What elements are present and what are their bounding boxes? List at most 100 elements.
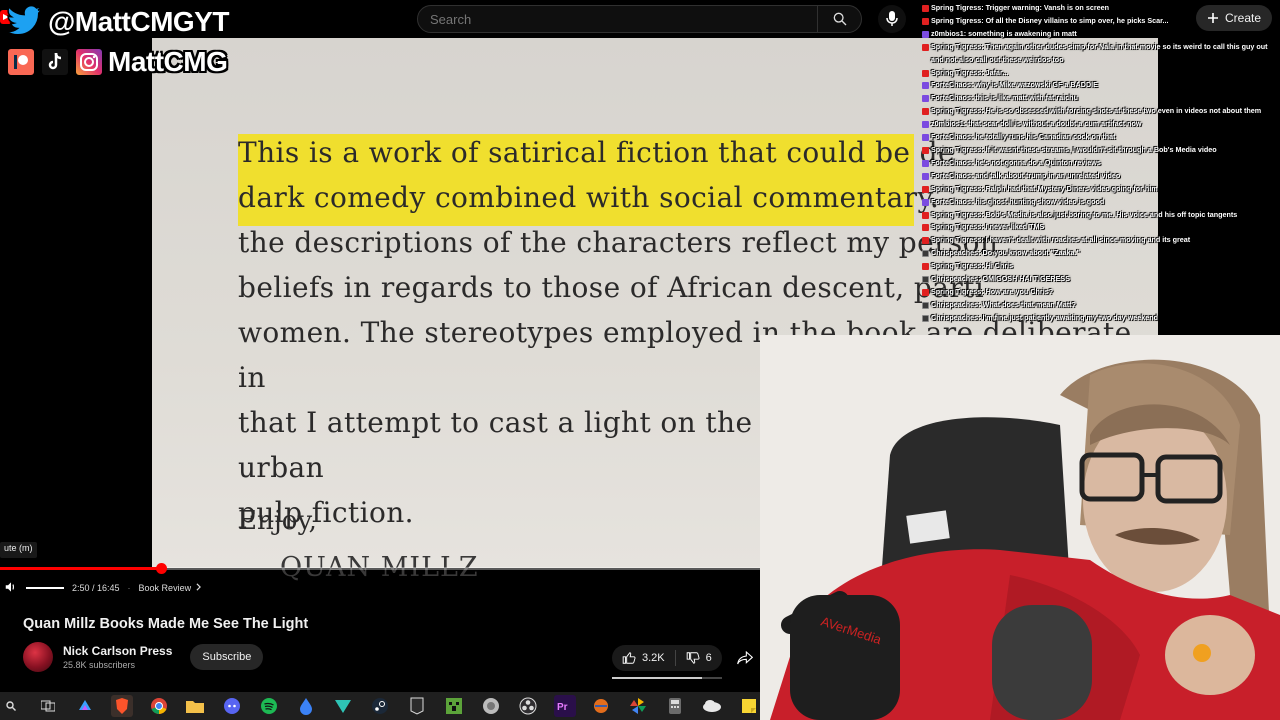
chat-message-text: Chrispeaches: What does that mean Matt? [931, 299, 1076, 309]
like-count: 3.2K [642, 652, 665, 664]
chat-message-text: Chrispeaches: OMIGOSH HAI TIGERESS [931, 274, 1070, 284]
chat-message-text: ForteChaos: his ghost hunting show video… [931, 196, 1105, 206]
task-view-icon[interactable] [37, 695, 59, 717]
chat-platform-badge-icon [922, 146, 929, 154]
twitter-row: @MattCMGYT [6, 4, 229, 40]
svg-text:Pr: Pr [557, 702, 568, 713]
channel-info: Nick Carlson Press 25.8K subscribers [63, 644, 172, 670]
chat-message-text: Spring Tigress: Of all the Disney villai… [931, 15, 1169, 25]
twitter-handle: @MattCMGYT [48, 6, 229, 37]
time-display: 2:50 / 16:45 [72, 583, 120, 593]
chat-message-text: Spring Tigress: If it wasnt these stream… [931, 144, 1217, 154]
chat-message-text: Chrispeaches: I'm fine just patiently aw… [931, 312, 1158, 322]
chat-message: ForteChaos: his ghost hunting show video… [922, 196, 1280, 209]
chat-platform-badge-icon [922, 17, 929, 25]
chat-platform-badge-icon [922, 263, 929, 271]
search-taskbar-icon[interactable] [0, 695, 22, 717]
obs-icon[interactable] [517, 695, 539, 717]
chat-message: z0mbios1: that scar doll is without a do… [922, 118, 1280, 131]
chat-message-text: ForteChaos: this is like matt with fat r… [931, 93, 1078, 103]
player-controls: 2:50 / 16:45 · Book Review [4, 578, 202, 598]
volume-icon[interactable] [4, 580, 18, 596]
chat-message-text: ForteChaos: he totally runs his Canadian… [931, 132, 1116, 142]
chat-message: ForteChaos: he totally runs his Canadian… [922, 131, 1280, 144]
sticky-notes-icon[interactable] [738, 695, 760, 717]
chat-platform-badge-icon [922, 211, 929, 219]
volume-slider[interactable] [26, 587, 64, 589]
like-dislike-bar: 3.2K 6 [612, 645, 722, 671]
chat-message: ForteChaos: he's not gonna do a Quinton … [922, 157, 1280, 170]
premiere-pro-icon[interactable]: Pr [553, 695, 576, 717]
calculator-icon[interactable] [664, 695, 686, 717]
steam-icon[interactable] [369, 695, 391, 717]
app-icon-orange-circle[interactable] [591, 695, 613, 717]
other-handle: MattCMG [108, 46, 228, 77]
thumbs-up-icon [622, 652, 636, 664]
chapter-button[interactable]: Book Review [139, 583, 203, 593]
voice-search-button[interactable] [878, 5, 906, 33]
chat-platform-badge-icon [922, 314, 929, 322]
chat-platform-badge-icon [922, 301, 929, 309]
thumbs-down-icon [686, 652, 700, 664]
like-button[interactable]: 3.2K [612, 645, 675, 671]
share-button[interactable] [734, 645, 756, 671]
twitter-icon [6, 4, 45, 40]
app-icon-cloud[interactable] [701, 695, 723, 717]
chat-message: Spring Tigress: Ralph had that Mystery D… [922, 183, 1280, 196]
subscribe-button[interactable]: Subscribe [190, 644, 264, 670]
chat-message: Chrispeaches: I'm fine just patiently aw… [922, 312, 1280, 325]
chrome-icon[interactable] [148, 695, 170, 717]
channel-row: Nick Carlson Press 25.8K subscribers Sub… [23, 642, 264, 672]
chat-platform-badge-icon [922, 288, 929, 296]
app-icon-blue-drop[interactable] [295, 695, 317, 717]
search-input[interactable] [418, 6, 817, 32]
app-icon-triangle[interactable] [332, 695, 354, 717]
search-icon [833, 12, 846, 26]
chat-platform-badge-icon [922, 198, 929, 206]
patreon-icon [6, 47, 36, 77]
dislike-button[interactable]: 6 [676, 645, 722, 671]
chat-message-text: ForteChaos: and talk about trump in an u… [931, 170, 1121, 180]
chat-message-text: Spring Tigress: Jafar... [931, 67, 1009, 77]
chat-platform-badge-icon [922, 69, 929, 77]
chat-message-text: ForteChaos: he's not gonna do a Quinton … [931, 157, 1101, 167]
chat-message: Spring Tigress: He is so obsessed with f… [922, 105, 1280, 118]
chat-message: ForteChaos: why is Mike wazowski GF a BA… [922, 79, 1280, 92]
video-title: Quan Millz Books Made Me See The Light [23, 616, 309, 632]
brave-browser-icon[interactable] [110, 695, 133, 717]
chat-message: Chrispeaches: Do you know about "Zaaka." [922, 247, 1280, 260]
channel-avatar[interactable] [23, 642, 53, 672]
chat-message: Chrispeaches: What does that mean Matt? [922, 299, 1280, 312]
chat-message: Spring Tigress: If it wasnt these stream… [922, 144, 1280, 157]
chat-message: Spring Tigress: Hi Chris [922, 260, 1280, 273]
chat-platform-badge-icon [922, 30, 929, 38]
epic-games-icon[interactable] [406, 695, 428, 717]
dislike-count: 6 [705, 652, 712, 664]
chat-message-text: ForteChaos: why is Mike wazowski GF a BA… [931, 80, 1098, 90]
chat-platform-badge-icon [922, 159, 929, 167]
minecraft-icon[interactable] [443, 695, 465, 717]
app-icon-gray-circle[interactable] [480, 695, 502, 717]
chat-platform-badge-icon [922, 237, 929, 245]
channel-name[interactable]: Nick Carlson Press [63, 644, 172, 658]
tiktok-icon [40, 47, 70, 77]
progress-scrubber[interactable] [156, 563, 167, 574]
chat-message: Spring Tigress: Jafar... [922, 67, 1280, 80]
mic-icon [886, 11, 898, 26]
file-explorer-icon[interactable] [185, 695, 207, 717]
chat-message: Spring Tigress: I haven't dealt with roa… [922, 234, 1280, 247]
book-closing: Enjoy, [238, 506, 317, 536]
chevron-right-icon [195, 583, 202, 593]
chat-platform-badge-icon [922, 185, 929, 193]
chat-message-text: Spring Tigress: I haven't dealt with roa… [931, 235, 1191, 245]
chat-message: Chrispeaches: OMIGOSH HAI TIGERESS [922, 273, 1280, 286]
chat-platform-badge-icon [922, 5, 929, 12]
chat-platform-badge-icon [922, 276, 929, 284]
app-icon-pinwheel[interactable] [627, 695, 649, 717]
discord-icon[interactable] [221, 695, 243, 717]
search-button[interactable] [817, 6, 861, 32]
chat-message: ForteChaos: this is like matt with fat r… [922, 92, 1280, 105]
webcam-feed: AVerMedia [760, 335, 1280, 720]
copilot-icon[interactable] [74, 695, 96, 717]
spotify-icon[interactable] [258, 695, 280, 717]
